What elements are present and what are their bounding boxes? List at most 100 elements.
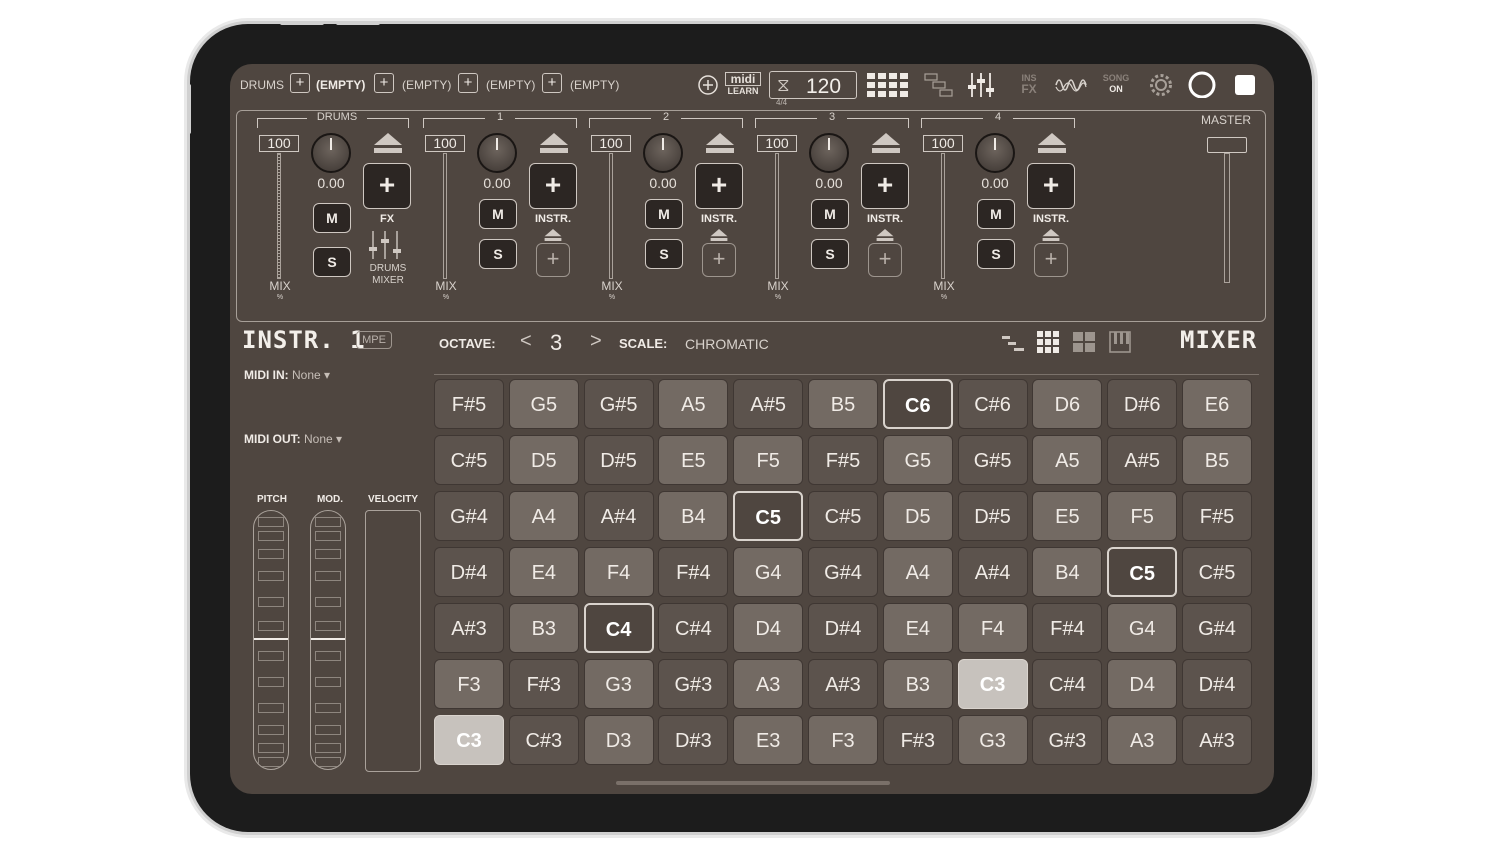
note-pad[interactable]: B3 bbox=[882, 659, 953, 709]
midi-out-value[interactable]: None ▾ bbox=[304, 432, 342, 446]
waveform-icon[interactable] bbox=[1055, 73, 1087, 101]
add-circle-icon[interactable] bbox=[697, 74, 719, 102]
note-pad[interactable]: F3 bbox=[808, 715, 878, 765]
note-pad[interactable]: F#3 bbox=[882, 715, 953, 765]
note-pad[interactable]: G5 bbox=[508, 379, 579, 429]
add-fx-small-button[interactable]: + bbox=[702, 243, 736, 277]
note-pad[interactable]: C3 bbox=[434, 715, 504, 765]
note-pad[interactable]: D#4 bbox=[434, 547, 504, 597]
mpe-toggle[interactable]: MPE bbox=[356, 331, 392, 349]
drum-pads-view-icon[interactable] bbox=[1072, 330, 1098, 356]
note-pad[interactable]: F4 bbox=[957, 603, 1028, 653]
mixer-sliders-icon[interactable] bbox=[967, 71, 999, 99]
note-pad[interactable]: C#3 bbox=[508, 715, 579, 765]
note-pad[interactable]: D#4 bbox=[808, 603, 878, 653]
note-pad[interactable]: E5 bbox=[658, 435, 729, 485]
note-pad[interactable]: F5 bbox=[1107, 491, 1178, 541]
ins-fx-button[interactable]: INS FX bbox=[1016, 74, 1042, 102]
note-pad[interactable]: C#5 bbox=[434, 435, 504, 485]
note-pad[interactable]: D#4 bbox=[1182, 659, 1252, 709]
master-fader-handle[interactable] bbox=[1207, 137, 1247, 153]
octave-prev-icon[interactable]: < bbox=[520, 330, 532, 353]
mixer-title[interactable]: MIXER bbox=[1180, 326, 1257, 354]
eject-small-icon[interactable] bbox=[710, 229, 728, 242]
note-pad[interactable]: A#4 bbox=[583, 491, 654, 541]
solo-button[interactable]: S bbox=[645, 239, 683, 269]
slot-1-label[interactable]: (EMPTY) bbox=[316, 78, 365, 92]
note-pad[interactable]: C5 bbox=[1107, 547, 1178, 597]
mute-button[interactable]: M bbox=[645, 199, 683, 229]
tempo-box[interactable]: ⧖ 120 bbox=[769, 71, 857, 99]
note-pad[interactable]: D3 bbox=[583, 715, 654, 765]
note-pad[interactable]: F#4 bbox=[1032, 603, 1103, 653]
pitch-wheel[interactable] bbox=[253, 510, 289, 770]
note-pad[interactable]: C4 bbox=[583, 603, 654, 653]
record-button[interactable] bbox=[1187, 70, 1217, 98]
note-pad[interactable]: A#4 bbox=[957, 547, 1028, 597]
note-pad[interactable]: C6 bbox=[882, 379, 953, 429]
volume-fader[interactable] bbox=[443, 153, 447, 279]
volume-fader[interactable] bbox=[941, 153, 945, 279]
mute-button[interactable]: M bbox=[977, 199, 1015, 229]
note-pad[interactable]: C#4 bbox=[658, 603, 729, 653]
note-pad[interactable]: C#5 bbox=[808, 491, 878, 541]
add-slot-button[interactable]: + bbox=[458, 73, 478, 93]
volume-value[interactable]: 100 bbox=[591, 135, 631, 152]
note-pad[interactable]: A3 bbox=[1107, 715, 1178, 765]
pan-knob[interactable] bbox=[477, 133, 517, 173]
add-slot-button[interactable]: + bbox=[374, 73, 394, 93]
note-pad[interactable]: B5 bbox=[808, 379, 878, 429]
note-pad[interactable]: F5 bbox=[733, 435, 804, 485]
pan-knob[interactable] bbox=[311, 133, 351, 173]
scale-value[interactable]: CHROMATIC bbox=[685, 336, 769, 352]
add-fx-small-button[interactable]: + bbox=[536, 243, 570, 277]
instrument-title[interactable]: INSTR. 1 bbox=[242, 326, 366, 354]
note-pad[interactable]: G#3 bbox=[1032, 715, 1103, 765]
master-fader-track[interactable] bbox=[1224, 153, 1230, 283]
note-pad[interactable]: D#5 bbox=[957, 491, 1028, 541]
stop-button[interactable] bbox=[1233, 73, 1257, 101]
midi-in-row[interactable]: MIDI IN: None ▾ bbox=[244, 368, 330, 382]
metronome-icon[interactable]: ⧖ bbox=[777, 75, 790, 96]
note-pad[interactable]: D5 bbox=[508, 435, 579, 485]
note-pad[interactable]: B4 bbox=[1032, 547, 1103, 597]
slot-4-label[interactable]: (EMPTY) bbox=[570, 78, 619, 92]
pan-knob[interactable] bbox=[975, 133, 1015, 173]
volume-value[interactable]: 100 bbox=[923, 135, 963, 152]
note-pad[interactable]: G4 bbox=[1107, 603, 1178, 653]
volume-fader[interactable] bbox=[277, 153, 281, 279]
note-pad[interactable]: G#5 bbox=[583, 379, 654, 429]
add-fx-small-button[interactable]: + bbox=[1034, 243, 1068, 277]
midi-learn-button[interactable]: midi LEARN bbox=[725, 72, 761, 100]
note-pad[interactable]: F3 bbox=[434, 659, 504, 709]
slot-drums-label[interactable]: DRUMS bbox=[240, 78, 284, 92]
note-pad[interactable]: A#3 bbox=[1182, 715, 1252, 765]
note-pad[interactable]: G#4 bbox=[808, 547, 878, 597]
pan-knob[interactable] bbox=[809, 133, 849, 173]
solo-button[interactable]: S bbox=[977, 239, 1015, 269]
add-slot-button[interactable]: + bbox=[542, 73, 562, 93]
mute-button[interactable]: M bbox=[479, 199, 517, 229]
eject-small-icon[interactable] bbox=[544, 229, 562, 242]
note-pad[interactable]: A3 bbox=[733, 659, 804, 709]
note-pad[interactable]: D6 bbox=[1032, 379, 1103, 429]
solo-button[interactable]: S bbox=[811, 239, 849, 269]
solo-button[interactable]: S bbox=[313, 247, 351, 277]
add-fx-small-button[interactable]: + bbox=[868, 243, 902, 277]
gear-icon[interactable] bbox=[1148, 72, 1174, 100]
pad-grid-view-icon[interactable] bbox=[1036, 330, 1062, 356]
keyboard-view-icon[interactable] bbox=[1108, 330, 1134, 356]
octave-next-icon[interactable]: > bbox=[590, 330, 602, 353]
eject-icon[interactable] bbox=[1037, 133, 1067, 155]
note-pad[interactable]: G3 bbox=[957, 715, 1028, 765]
note-pad[interactable]: F#4 bbox=[658, 547, 729, 597]
note-pad[interactable]: E4 bbox=[508, 547, 579, 597]
volume-value[interactable]: 100 bbox=[425, 135, 465, 152]
note-pad[interactable]: A#5 bbox=[733, 379, 804, 429]
pattern-grid-icon[interactable] bbox=[867, 73, 911, 101]
song-mode-toggle[interactable]: SONG ON bbox=[1098, 73, 1134, 101]
arrange-icon[interactable] bbox=[924, 73, 954, 101]
note-pad[interactable]: D#6 bbox=[1107, 379, 1178, 429]
note-pad[interactable]: C5 bbox=[733, 491, 804, 541]
note-pad[interactable]: A#3 bbox=[808, 659, 878, 709]
